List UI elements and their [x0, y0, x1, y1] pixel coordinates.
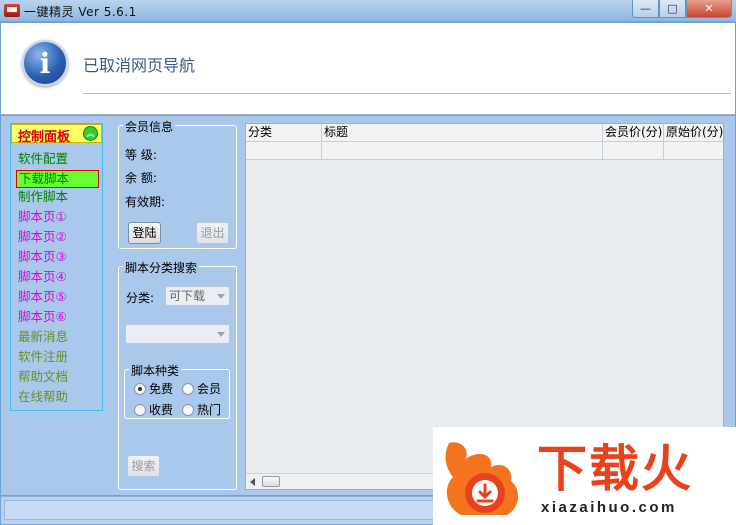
category-select[interactable]: 可下载	[165, 286, 230, 306]
flame-logo-icon	[445, 442, 519, 515]
table-row[interactable]	[246, 142, 723, 160]
column-header-original-price[interactable]: 原始价(分)	[664, 124, 723, 142]
chevron-down-icon	[217, 294, 225, 299]
window-controls: — □ ✕	[632, 0, 732, 18]
app-icon	[4, 4, 20, 17]
table-cell	[664, 142, 723, 159]
script-type-title: 脚本种类	[129, 362, 182, 379]
expiry-label: 有效期:	[125, 195, 166, 209]
control-panel-item[interactable]: 最新消息	[16, 328, 99, 348]
navigation-cancelled-message: 已取消网页导航	[83, 56, 196, 75]
close-button[interactable]: ✕	[686, 0, 732, 18]
watermark-url: xiazaihuo.com	[541, 499, 677, 516]
category-search-title: 脚本分类搜索	[123, 259, 200, 276]
control-panel-item[interactable]: 在线帮助	[16, 388, 99, 408]
watermark: 下载火 xiazaihuo.com	[433, 427, 736, 525]
radio-indicator	[182, 403, 194, 416]
scroll-left-icon[interactable]	[250, 478, 255, 486]
collapse-icon[interactable]: ︽	[83, 126, 98, 141]
column-header-title[interactable]: 标题	[322, 124, 603, 142]
control-panel-item[interactable]: 软件配置	[16, 150, 99, 170]
radio-label: 热门	[197, 403, 222, 417]
table-cell	[322, 142, 603, 159]
control-panel: 控制面板 ︽ 软件配置 下载脚本 制作脚本 脚本页① 脚本页② 脚本页③ 脚本页④ 脚本页⑤ 脚…	[10, 123, 103, 411]
info-icon: i	[22, 40, 68, 86]
member-info-group: 会员信息 等 级: 余 额: 有效期: 登陆 退出	[118, 118, 237, 249]
radio-label: 收费	[149, 403, 174, 417]
radio-hot[interactable]: 热门	[182, 401, 221, 418]
scroll-thumb[interactable]	[262, 476, 280, 487]
header-panel: i 已取消网页导航	[1, 23, 735, 115]
subcategory-select[interactable]	[125, 324, 230, 344]
control-panel-item[interactable]: 脚本页①	[16, 208, 99, 228]
control-panel-title: 控制面板	[18, 130, 71, 145]
radio-free[interactable]: 免费	[134, 380, 173, 397]
window-title: 一键精灵 Ver 5.6.1	[24, 5, 137, 19]
radio-label: 会员	[197, 382, 222, 396]
radio-indicator	[134, 403, 146, 416]
column-header-category[interactable]: 分类	[246, 124, 322, 142]
radio-paid[interactable]: 收费	[134, 401, 173, 418]
column-header-member-price[interactable]: 会员价(分)	[603, 124, 664, 142]
table-cell	[603, 142, 664, 159]
balance-label: 余 额:	[125, 171, 157, 185]
control-panel-item[interactable]: 脚本页⑤	[16, 288, 99, 308]
logout-button[interactable]: 退出	[196, 222, 229, 244]
control-panel-item[interactable]: 软件注册	[16, 348, 99, 368]
control-panel-menu: 软件配置 下载脚本 制作脚本 脚本页① 脚本页② 脚本页③ 脚本页④ 脚本页⑤ 脚本页⑥ 最新消息…	[16, 150, 99, 408]
radio-label: 免费	[149, 382, 174, 396]
category-select-value: 可下载	[169, 289, 206, 303]
radio-indicator	[182, 382, 194, 395]
control-panel-item[interactable]: 脚本页④	[16, 268, 99, 288]
control-panel-item[interactable]: 脚本页③	[16, 248, 99, 268]
title-bar: 一键精灵 Ver 5.6.1 — □ ✕	[0, 0, 736, 22]
maximize-button[interactable]: □	[659, 0, 686, 18]
script-type-group: 脚本种类 免费 会员 收费 热门	[124, 362, 230, 419]
radio-member[interactable]: 会员	[182, 380, 221, 397]
control-panel-item[interactable]: 脚本页②	[16, 228, 99, 248]
login-button[interactable]: 登陆	[128, 222, 161, 244]
table-header: 分类 标题 会员价(分) 原始价(分)	[246, 124, 723, 142]
table-cell	[246, 142, 322, 159]
member-info-title: 会员信息	[123, 118, 176, 135]
category-label: 分类:	[126, 291, 155, 305]
control-panel-item[interactable]: 脚本页⑥	[16, 308, 99, 328]
radio-indicator	[134, 382, 146, 395]
control-panel-item[interactable]: 下载脚本	[16, 170, 99, 188]
control-panel-header[interactable]: 控制面板 ︽	[11, 124, 102, 145]
category-search-group: 脚本分类搜索 分类: 可下载 脚本种类 免费 会员 收费 热门 搜索	[118, 259, 237, 490]
chevron-down-icon	[217, 332, 225, 337]
watermark-brand: 下载火	[537, 440, 693, 498]
minimize-button[interactable]: —	[632, 0, 659, 18]
header-divider	[83, 93, 731, 94]
search-button[interactable]: 搜索	[127, 455, 160, 477]
level-label: 等 级:	[125, 148, 157, 162]
control-panel-item[interactable]: 帮助文档	[16, 368, 99, 388]
control-panel-item[interactable]: 制作脚本	[16, 188, 99, 208]
